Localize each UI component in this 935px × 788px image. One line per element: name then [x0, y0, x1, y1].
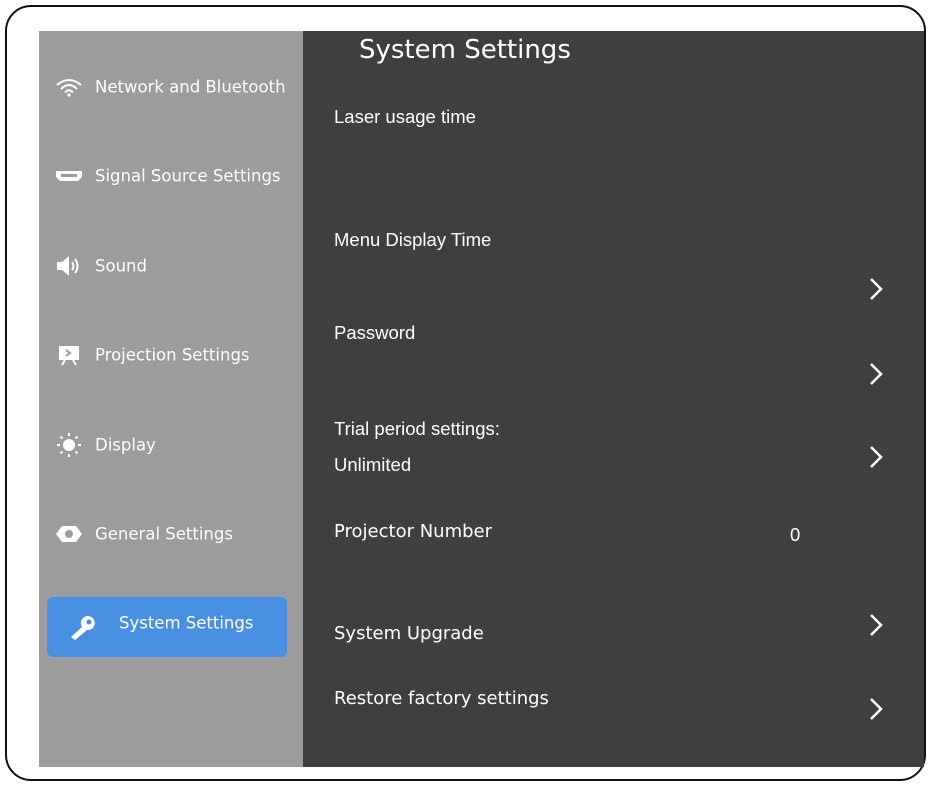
chevron-right-icon[interactable]: [865, 360, 887, 388]
sidebar-item-label: Sound: [95, 256, 147, 276]
restore-factory-label[interactable]: Restore factory settings: [334, 688, 549, 709]
chevron-right-icon[interactable]: [865, 275, 887, 303]
system-upgrade-label[interactable]: System Upgrade: [334, 623, 484, 644]
chevron-right-icon[interactable]: [865, 611, 887, 639]
sidebar-item-label: Network and Bluetooth: [95, 77, 286, 97]
eye-icon: [53, 522, 85, 546]
chevron-right-icon[interactable]: [865, 695, 887, 723]
settings-screen: Network and Bluetooth Signal Source Sett…: [39, 31, 924, 767]
sidebar-item-network-bluetooth[interactable]: Network and Bluetooth: [39, 57, 303, 117]
sidebar-item-label: Display: [95, 435, 156, 455]
projector-number-label[interactable]: Projector Number: [334, 521, 492, 542]
page-title: System Settings: [359, 35, 571, 65]
sidebar-item-label: Projection Settings: [95, 345, 250, 365]
sidebar-item-label: System Settings: [119, 613, 254, 633]
laser-usage-time-label: Laser usage time: [334, 106, 476, 127]
sidebar: Network and Bluetooth Signal Source Sett…: [39, 31, 303, 767]
device-frame: Network and Bluetooth Signal Source Sett…: [5, 5, 926, 781]
wifi-icon: [53, 75, 85, 99]
chevron-right-icon[interactable]: [865, 443, 887, 471]
sidebar-item-display[interactable]: Display: [39, 415, 303, 475]
menu-display-time-label[interactable]: Menu Display Time: [334, 229, 491, 251]
speaker-icon: [53, 254, 85, 278]
sidebar-item-label: General Settings: [95, 524, 233, 544]
hdmi-port-icon: [53, 164, 85, 188]
wrench-icon: [67, 615, 99, 640]
password-label[interactable]: Password: [334, 322, 415, 344]
projection-screen-icon: [53, 343, 85, 367]
brightness-icon: [53, 433, 85, 457]
sidebar-item-label: Signal Source Settings: [95, 166, 281, 186]
trial-period-label[interactable]: Trial period settings:: [334, 418, 500, 440]
projector-number-value: 0: [790, 524, 801, 545]
sidebar-item-projection[interactable]: Projection Settings: [39, 325, 303, 385]
sidebar-item-sound[interactable]: Sound: [39, 236, 303, 296]
sidebar-item-signal-source[interactable]: Signal Source Settings: [39, 146, 303, 206]
sidebar-item-general[interactable]: General Settings: [39, 504, 303, 564]
sidebar-item-system[interactable]: System Settings: [47, 597, 287, 657]
trial-period-value: Unlimited: [334, 454, 412, 475]
